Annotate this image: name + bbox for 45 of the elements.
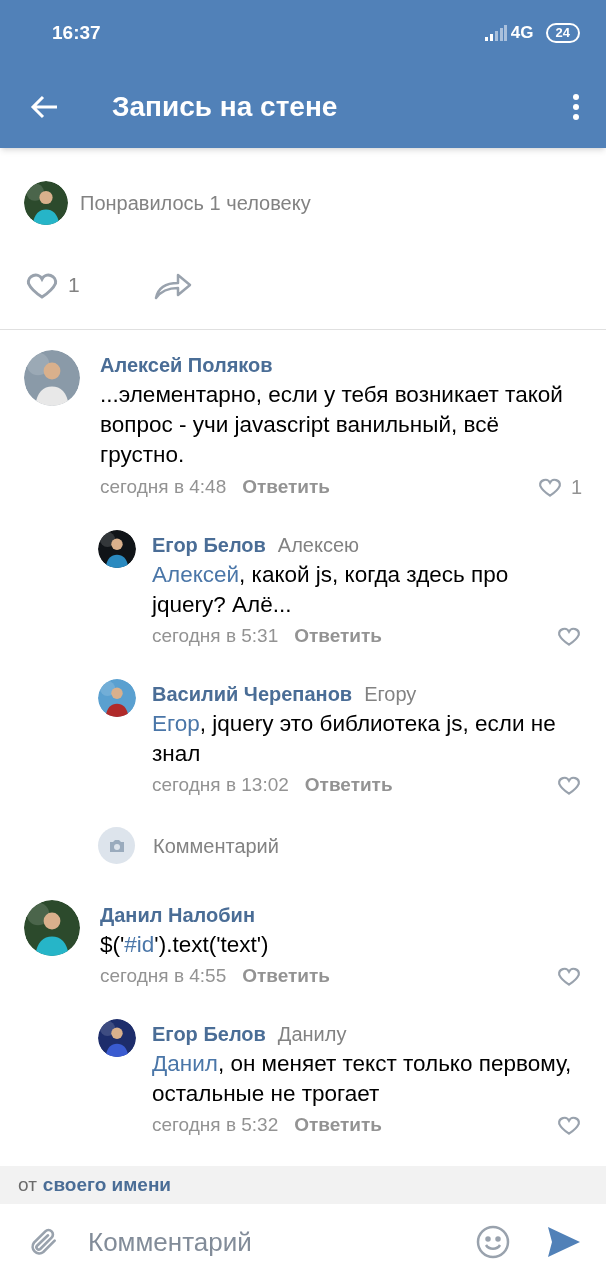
author-name[interactable]: Василий Черепанов: [152, 678, 353, 709]
author-name[interactable]: Данил Налобин: [100, 900, 255, 930]
mention-link[interactable]: Алексей: [152, 562, 240, 587]
reply-to-name: Данилу: [277, 1021, 347, 1047]
comment-time: сегодня в 4:48: [100, 474, 227, 499]
reply-button[interactable]: Ответить: [242, 472, 331, 502]
reply-button[interactable]: Ответить: [294, 1110, 383, 1139]
comment-text: Алексей, какой js, когда здесь про jquery? Алё...: [152, 561, 510, 619]
likes-summary[interactable]: Понравилось 1 человеку: [80, 188, 311, 218]
camera-button[interactable]: [98, 827, 135, 864]
comment-time: сегодня в 5:32: [152, 1112, 279, 1137]
battery-indicator: 24: [545, 23, 580, 43]
reply-button[interactable]: Ответить: [242, 962, 331, 991]
comment-text: Данил, он меняет текст только первому, остальные не трогает: [152, 1049, 573, 1108]
comment-text: ...элементарно, если у тебя возникает такой вопрос - учи javascript ванильный, всё грустно.: [100, 381, 564, 469]
back-arrow-icon[interactable]: [30, 95, 58, 119]
status-time: 16:37: [52, 20, 101, 45]
page-title: Запись на стене: [112, 90, 338, 124]
comment-input-field[interactable]: Комментарий: [88, 1222, 476, 1262]
reply-button[interactable]: Ответить: [304, 770, 393, 799]
reply-button[interactable]: Ответить: [294, 622, 383, 651]
network-label: 4G: [510, 22, 534, 45]
sender-prefix: от: [18, 1172, 37, 1197]
mention-link[interactable]: #id: [124, 932, 155, 957]
author-name[interactable]: Алексей Поляков: [100, 350, 273, 380]
mention-link[interactable]: Данил: [152, 1050, 218, 1076]
signal-icon: [484, 25, 507, 41]
comment-time: сегодня в 5:31: [152, 624, 279, 648]
smiley-icon[interactable]: [476, 1225, 510, 1259]
author-name[interactable]: Егор Белов: [152, 1018, 266, 1049]
more-icon[interactable]: [572, 94, 580, 120]
comment-time: сегодня в 13:02: [152, 772, 289, 797]
reply-to-name: Алексею: [277, 533, 360, 558]
reply-to-name: Егору: [364, 681, 417, 707]
like-count: 1: [570, 475, 582, 500]
author-name[interactable]: Егор Белов: [152, 530, 266, 560]
mention-link[interactable]: Егор: [152, 710, 200, 736]
comment-text: $('#id').text('text'): [100, 931, 270, 959]
camera-icon: [107, 838, 126, 853]
send-icon[interactable]: [548, 1227, 580, 1257]
add-comment-link[interactable]: Комментарий: [153, 830, 279, 861]
comment-time: сегодня в 4:55: [100, 964, 227, 988]
sender-identity-link[interactable]: своего имени: [42, 1170, 172, 1200]
comment-text: Егор, jquery это библиотека js, если не знал: [152, 709, 557, 768]
like-count: 1: [68, 272, 80, 299]
